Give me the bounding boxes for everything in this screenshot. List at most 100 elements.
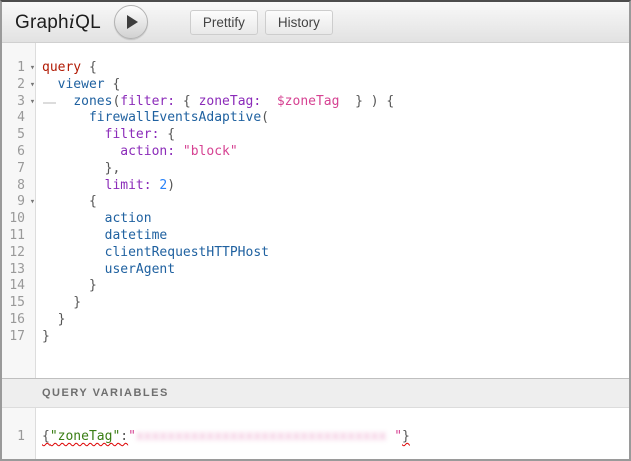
code-text: firewallEventsAdaptive( (37, 110, 269, 127)
code-line: 16 } (2, 312, 629, 329)
code-text: userAgent (37, 262, 175, 279)
graphiql-window: GraphiQL Prettify History 1▾query {2▾ vi… (0, 0, 631, 461)
code-text: datetime (37, 228, 167, 245)
query-editor[interactable]: 1▾query {2▾ viewer {3▾ zones(filter: { z… (2, 43, 629, 378)
fold-spacer (28, 245, 37, 262)
fold-spacer (28, 329, 37, 346)
token-prop: datetime (105, 228, 168, 243)
token-prop: firewallEventsAdaptive (89, 110, 261, 125)
token-punc: } ) { (339, 94, 394, 109)
code-line: 8 limit: 2) (2, 178, 629, 195)
line-number: 1 (2, 60, 28, 77)
token-punc: : (120, 429, 128, 444)
variables-editor[interactable]: 1{"zoneTag":"xxxxxxxxxxxxxxxxxxxxxxxxxxx… (2, 408, 629, 459)
token-punc (42, 94, 73, 109)
code-text: action: "block" (37, 144, 238, 161)
token-punc: } (42, 312, 65, 327)
token-prop: viewer (58, 77, 105, 92)
query-variables-header[interactable]: QUERY VARIABLES (2, 378, 629, 408)
history-button[interactable]: History (265, 10, 333, 35)
token-prop: zones (73, 94, 112, 109)
token-punc (42, 77, 58, 92)
token-punc (42, 178, 105, 193)
code-line: 2▾ viewer { (2, 77, 629, 94)
line-number: 11 (2, 228, 28, 245)
token-punc: } (42, 329, 50, 344)
token-var: $zoneTag (277, 94, 340, 109)
fold-spacer (28, 278, 37, 295)
token-punc (42, 211, 105, 226)
line-number: 9 (2, 194, 28, 211)
code-text: viewer { (37, 77, 120, 94)
line-number: 2 (2, 77, 28, 94)
prettify-button[interactable]: Prettify (190, 10, 258, 35)
token-punc: } (402, 429, 410, 444)
fold-arrow-icon[interactable]: ▾ (28, 60, 37, 77)
token-punc: { (42, 194, 97, 209)
token-attr: limit: (105, 178, 152, 193)
code-text: filter: { (37, 127, 175, 144)
fold-spacer (28, 178, 37, 195)
code-text: limit: 2) (37, 178, 175, 195)
token-punc: } (42, 295, 81, 310)
line-number: 8 (2, 178, 28, 195)
fold-arrow-icon[interactable]: ▾ (28, 194, 37, 211)
code-line: 10 action (2, 211, 629, 228)
code-line: 12 clientRequestHTTPHost (2, 245, 629, 262)
fold-spacer (28, 312, 37, 329)
token-str: xxxxxxxxxxxxxxxxxxxxxxxxxxxxxxxx (136, 429, 386, 444)
code-line: 5 filter: { (2, 127, 629, 144)
fold-spacer (28, 429, 37, 446)
token-punc (175, 144, 183, 159)
line-number: 4 (2, 110, 28, 127)
token-punc: { (159, 127, 175, 142)
token-punc (261, 94, 277, 109)
line-number: 16 (2, 312, 28, 329)
token-punc: { (42, 429, 50, 444)
token-str: "block" (183, 144, 238, 159)
token-attr: filter: (105, 127, 160, 142)
token-punc (42, 262, 105, 277)
token-punc: { (81, 60, 97, 75)
logo-text-pre: Graph (15, 12, 69, 33)
code-text: } (37, 278, 97, 295)
line-number: 10 (2, 211, 28, 228)
token-kw: query (42, 60, 81, 75)
query-variables-title: QUERY VARIABLES (42, 387, 169, 399)
line-number: 14 (2, 278, 28, 295)
graphiql-logo: GraphiQL (15, 11, 101, 34)
fold-spacer (28, 228, 37, 245)
code-text: }, (37, 161, 120, 178)
line-number: 6 (2, 144, 28, 161)
line-number: 3 (2, 94, 28, 111)
token-punc (42, 245, 105, 260)
code-text: } (37, 312, 65, 329)
fold-arrow-icon[interactable]: ▾ (28, 77, 37, 94)
fold-spacer (28, 110, 37, 127)
line-number: 7 (2, 161, 28, 178)
code-line: 6 action: "block" (2, 144, 629, 161)
fold-spacer (28, 161, 37, 178)
token-punc (42, 127, 105, 142)
code-line: 9▾ { (2, 194, 629, 211)
execute-query-button[interactable] (114, 5, 148, 39)
token-attr: action: (120, 144, 175, 159)
line-number: 15 (2, 295, 28, 312)
token-str: " (128, 429, 136, 444)
token-prop: action (105, 211, 152, 226)
fold-spacer (28, 127, 37, 144)
code-line: 7 }, (2, 161, 629, 178)
code-line: 4 firewallEventsAdaptive( (2, 110, 629, 127)
token-str: " (386, 429, 402, 444)
code-line: 1▾ query { (2, 60, 629, 77)
line-number: 1 (2, 429, 28, 446)
fold-arrow-icon[interactable]: ▾ (28, 94, 37, 111)
token-punc: { (105, 77, 121, 92)
token-prop: clientRequestHTTPHost (105, 245, 269, 260)
token-punc: } (42, 278, 97, 293)
fold-spacer (28, 211, 37, 228)
code-line: 15 } (2, 295, 629, 312)
token-punc (42, 144, 120, 159)
variables-code: 1{"zoneTag":"xxxxxxxxxxxxxxxxxxxxxxxxxxx… (2, 408, 629, 446)
token-punc (42, 228, 105, 243)
